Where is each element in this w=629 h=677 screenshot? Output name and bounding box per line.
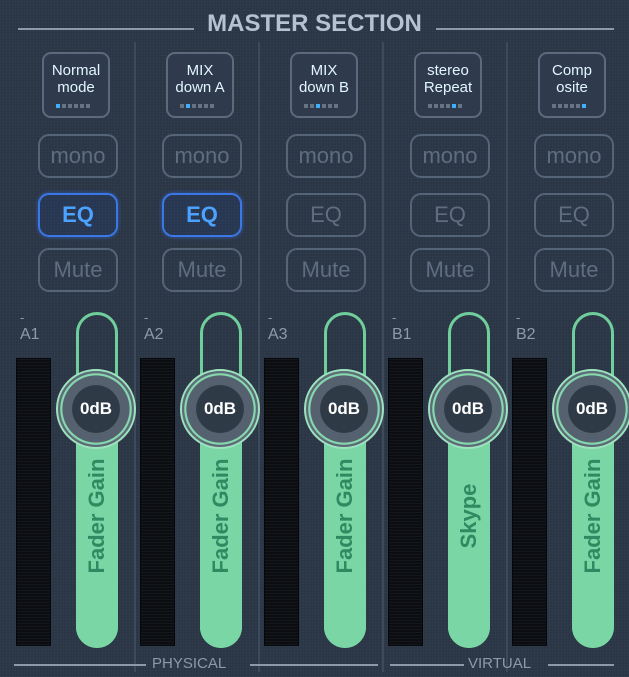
mute-button[interactable]: Mute xyxy=(410,248,490,292)
bus-label: B2 xyxy=(516,326,536,343)
mode-indicator xyxy=(552,104,592,108)
bus-label: A1 xyxy=(20,326,40,343)
fader-gain-value: 0dB xyxy=(575,399,609,418)
level-meter xyxy=(388,358,423,646)
bus-strip-a2: MIX down A mono EQ Mute - A2 Fader Gain … xyxy=(132,48,260,648)
footer-line xyxy=(14,664,146,666)
mode-label-line1: MIX xyxy=(186,62,214,79)
bus-mode-button[interactable]: stereo Repeat xyxy=(414,52,482,118)
mode-indicator xyxy=(304,104,344,108)
mode-label-line1: Comp xyxy=(551,62,592,79)
bus-strip-b1: stereo Repeat mono EQ Mute - B1 Skype 0d… xyxy=(380,48,508,648)
master-section-panel: MASTER SECTION Normal mode mono EQ Mute … xyxy=(0,0,629,677)
bus-strip-a1: Normal mode mono EQ Mute - A1 Fader Gain… xyxy=(8,48,136,648)
level-meter xyxy=(264,358,299,646)
fader-label-text: Fader Gain xyxy=(208,458,233,573)
footer-line xyxy=(390,664,464,666)
virtual-label: VIRTUAL xyxy=(468,655,532,672)
eq-button[interactable]: EQ xyxy=(534,193,614,237)
mode-indicator xyxy=(180,104,220,108)
mode-label-line2: down A xyxy=(175,79,225,96)
mode-label-line2: osite xyxy=(556,79,588,96)
bus-strip-a3: MIX down B mono EQ Mute - A3 Fader Gain … xyxy=(256,48,384,648)
section-footer: PHYSICAL VIRTUAL xyxy=(0,652,629,674)
mode-label-line2: Repeat xyxy=(423,79,473,96)
mode-label-line2: down B xyxy=(298,79,350,96)
bus-label: A2 xyxy=(144,326,164,343)
mute-button[interactable]: Mute xyxy=(38,248,118,292)
bus-mode-button[interactable]: MIX down A xyxy=(166,52,234,118)
eq-button[interactable]: EQ xyxy=(38,193,118,237)
mono-button[interactable]: mono xyxy=(410,134,490,178)
mono-button[interactable]: mono xyxy=(162,134,242,178)
level-meter xyxy=(140,358,175,646)
footer-line xyxy=(548,664,614,666)
mode-indicator xyxy=(56,104,96,108)
fader-label-text: Skype xyxy=(456,483,481,548)
footer-line xyxy=(250,664,378,666)
mute-button[interactable]: Mute xyxy=(162,248,242,292)
fader-label-text: Fader Gain xyxy=(84,458,109,573)
fader-label-text: Fader Gain xyxy=(332,458,357,573)
bus-dash: - xyxy=(268,310,273,325)
fader-label-text: Fader Gain xyxy=(580,458,605,573)
bus-dash: - xyxy=(20,310,25,325)
bus-label: A3 xyxy=(268,326,288,343)
bus-dash: - xyxy=(516,310,521,325)
level-meter xyxy=(512,358,547,646)
bus-strip-b2: Comp osite mono EQ Mute - B2 Fader Gain … xyxy=(504,48,629,648)
mode-label-line1: stereo xyxy=(427,62,469,79)
mode-label-line1: Normal xyxy=(51,62,101,79)
mono-button[interactable]: mono xyxy=(286,134,366,178)
eq-button[interactable]: EQ xyxy=(162,193,242,237)
mute-button[interactable]: Mute xyxy=(534,248,614,292)
mono-button[interactable]: mono xyxy=(534,134,614,178)
bus-label: B1 xyxy=(392,326,412,343)
bus-mode-button[interactable]: MIX down B xyxy=(290,52,358,118)
fader-gain-value: 0dB xyxy=(451,399,485,418)
bus-mode-button[interactable]: Normal mode xyxy=(42,52,110,118)
mute-button[interactable]: Mute xyxy=(286,248,366,292)
physical-label: PHYSICAL xyxy=(152,655,227,672)
mode-indicator xyxy=(428,104,468,108)
bus-dash: - xyxy=(392,310,397,325)
section-header: MASTER SECTION xyxy=(0,10,629,38)
level-meter xyxy=(16,358,51,646)
mode-label-line1: MIX xyxy=(310,62,338,79)
mono-button[interactable]: mono xyxy=(38,134,118,178)
bus-mode-button[interactable]: Comp osite xyxy=(538,52,606,118)
mode-label-line2: mode xyxy=(57,79,95,96)
fader-gain-value: 0dB xyxy=(327,399,361,418)
eq-button[interactable]: EQ xyxy=(286,193,366,237)
fader-gain-value: 0dB xyxy=(79,399,113,418)
section-title: MASTER SECTION xyxy=(207,10,422,37)
fader-gain-value: 0dB xyxy=(203,399,237,418)
eq-button[interactable]: EQ xyxy=(410,193,490,237)
bus-dash: - xyxy=(144,310,149,325)
